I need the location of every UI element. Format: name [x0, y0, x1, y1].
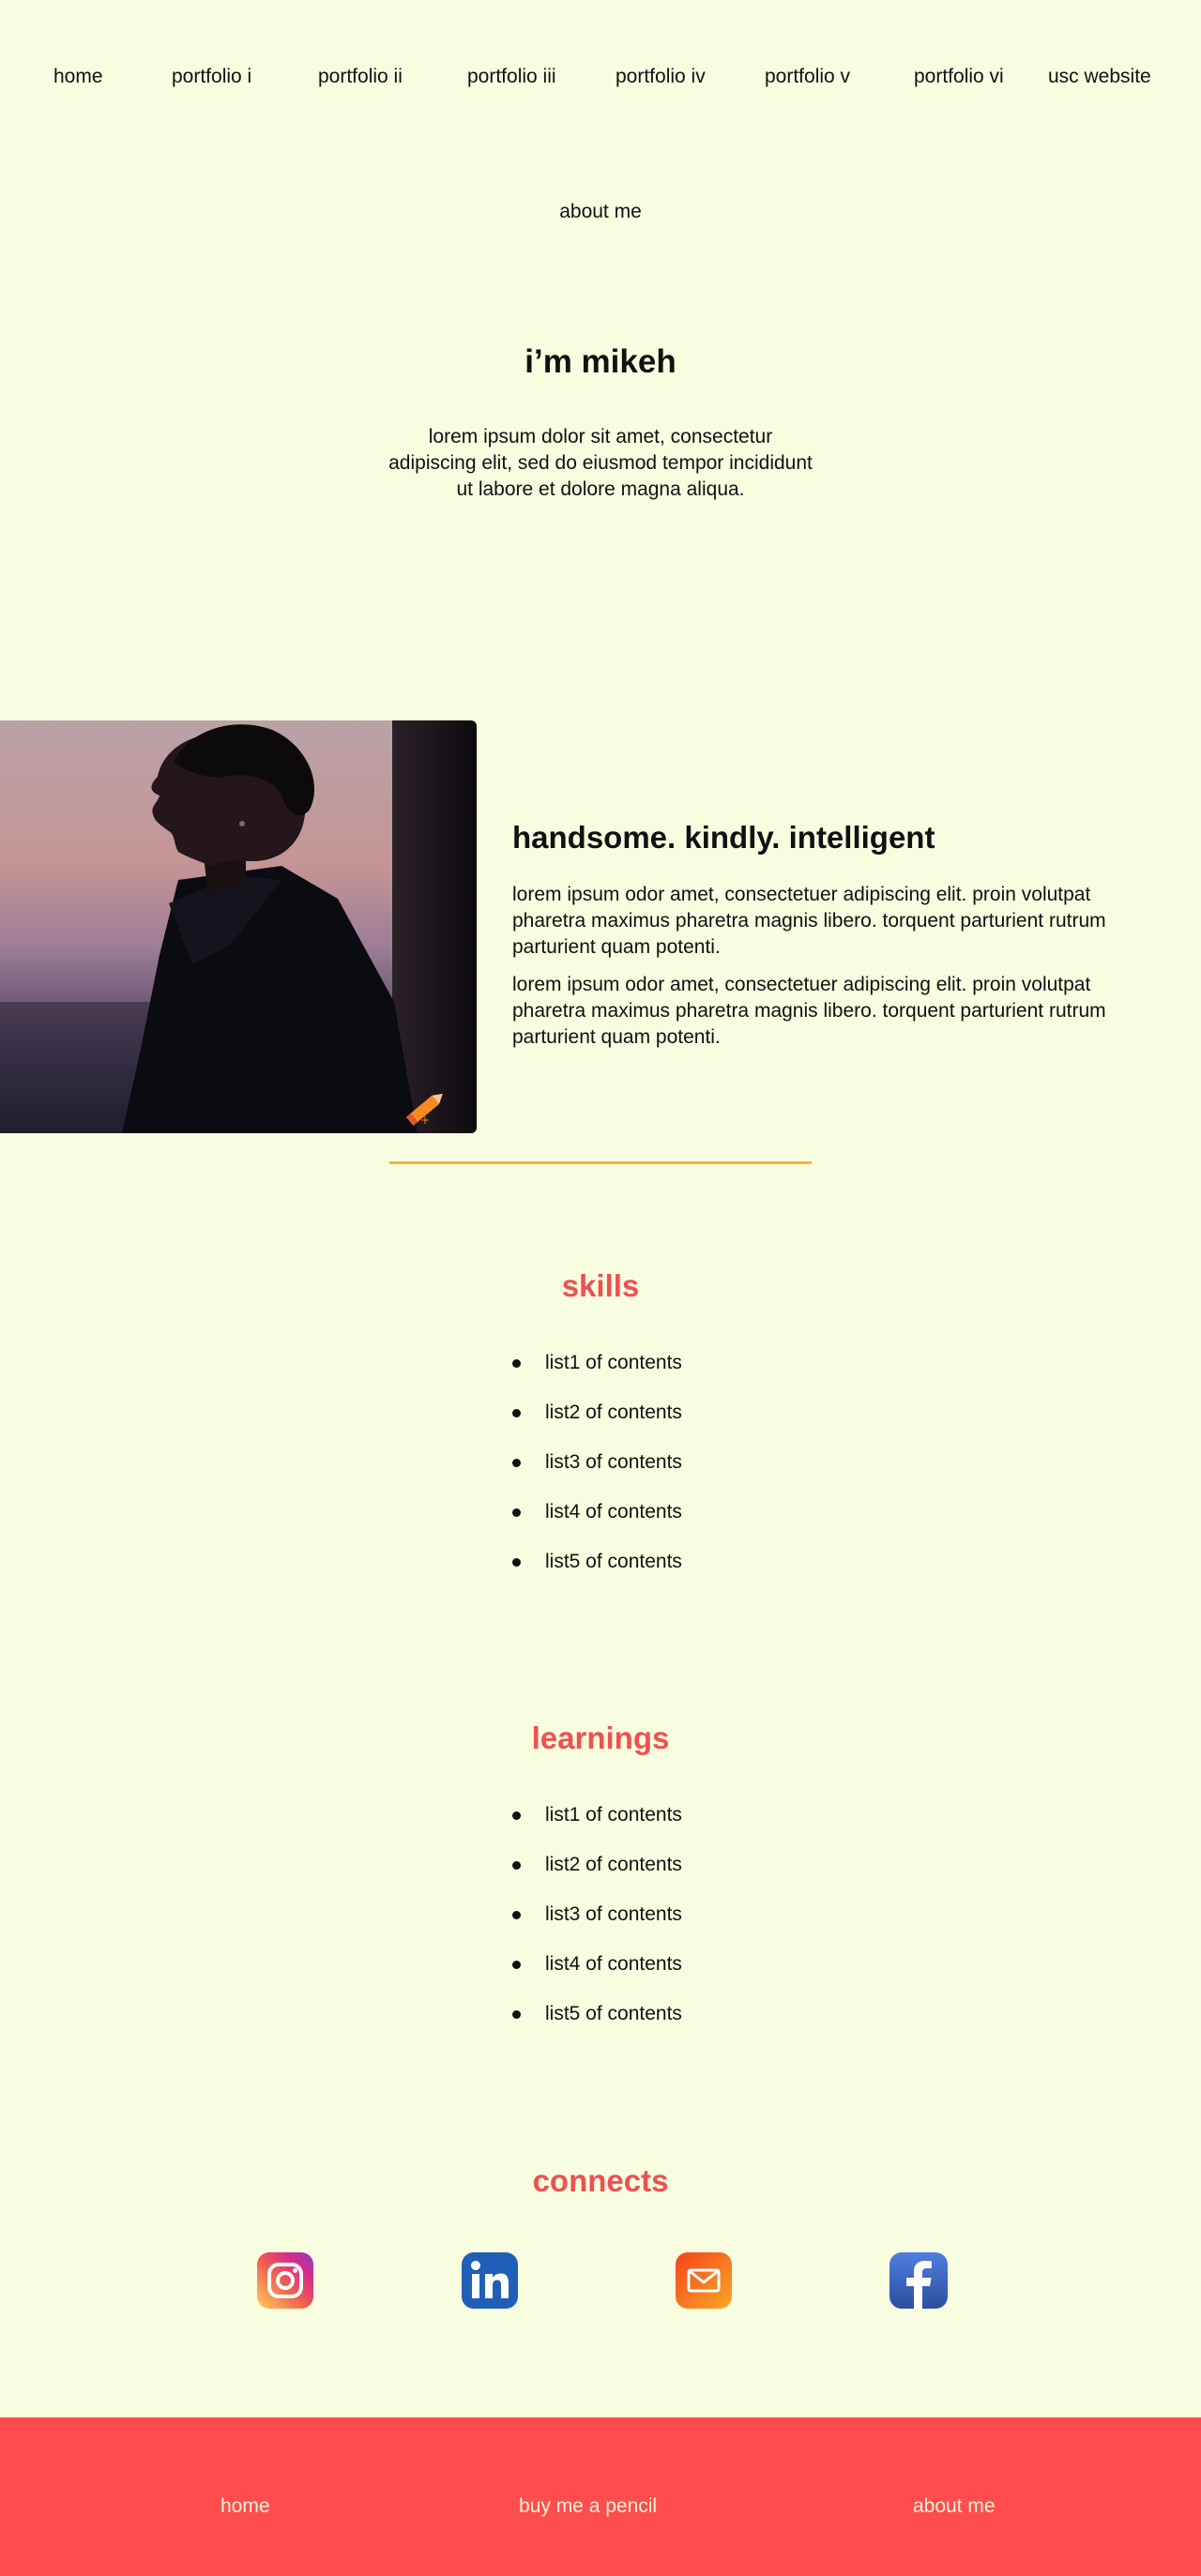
section-divider	[389, 1161, 812, 1164]
instagram-icon[interactable]	[256, 2251, 314, 2310]
skills-item-label: list5 of contents	[545, 1551, 682, 1572]
skills-item-label: list3 of contents	[545, 1451, 682, 1473]
learnings-item-label: list1 of contents	[545, 1804, 682, 1826]
bullet-icon	[512, 1811, 521, 1820]
learnings-list-item: list4 of contents	[512, 1950, 682, 2000]
profile-photo: +	[0, 720, 477, 1133]
bullet-icon	[512, 1558, 521, 1567]
learnings-item-label: list4 of contents	[545, 1953, 682, 1975]
hero-text: lorem ipsum dolor sit amet, consectetur …	[388, 426, 813, 500]
email-icon[interactable]	[675, 2251, 733, 2310]
learnings-item-label: list2 of contents	[545, 1854, 682, 1875]
bullet-icon	[512, 1508, 521, 1517]
skills-list-item: list3 of contents	[512, 1448, 682, 1498]
bullet-icon	[512, 1961, 521, 1969]
skills-list-item: list2 of contents	[512, 1399, 682, 1448]
linkedin-icon[interactable]	[461, 2251, 519, 2310]
nav-portfolio-v-link[interactable]: portfolio v	[765, 66, 850, 88]
learnings-list-item: list2 of contents	[512, 1851, 682, 1901]
learnings-list-item: list3 of contents	[512, 1901, 682, 1950]
learnings-title: learnings	[531, 1720, 670, 1755]
feature-title: handsome. kindly. intelligent	[512, 820, 935, 855]
footer-about-me-link[interactable]: about me	[913, 2495, 996, 2518]
bullet-icon	[512, 1359, 521, 1368]
skills-list: list1 of contents list2 of contents list…	[512, 1349, 682, 1598]
about-me-link[interactable]: about me	[0, 201, 1201, 223]
nav-portfolio-vi-link[interactable]: portfolio vi	[914, 66, 1004, 88]
footer-home-link[interactable]: home	[220, 2495, 270, 2518]
facebook-icon[interactable]	[889, 2251, 948, 2310]
nav-portfolio-ii-link[interactable]: portfolio ii	[318, 66, 403, 88]
learnings-item-label: list3 of contents	[545, 1903, 682, 1925]
svg-text:+: +	[420, 1114, 430, 1127]
nav-portfolio-iv-link[interactable]: portfolio iv	[616, 66, 706, 88]
skills-list-item: list4 of contents	[512, 1498, 682, 1548]
top-nav: home portfolio i portfolio ii portfolio …	[0, 66, 1201, 94]
learnings-list-item: list1 of contents	[512, 1801, 682, 1851]
feature-paragraph-1: lorem ipsum odor amet, consectetuer adip…	[512, 884, 1106, 958]
bullet-icon	[512, 2010, 521, 2019]
nav-portfolio-i-link[interactable]: portfolio i	[172, 66, 251, 88]
nav-portfolio-iii-link[interactable]: portfolio iii	[467, 66, 556, 88]
hero-title: i’m mikeh	[524, 343, 677, 380]
skills-item-label: list2 of contents	[545, 1402, 682, 1423]
profile-photo-image: +	[0, 720, 477, 1133]
footer-buy-me-a-pencil-link[interactable]: buy me a pencil	[519, 2495, 657, 2518]
bullet-icon	[512, 1861, 521, 1870]
footer: home buy me a pencil about me	[0, 2417, 1201, 2576]
bullet-icon	[512, 1409, 521, 1417]
learnings-list-item: list5 of contents	[512, 2000, 682, 2050]
connects-title: connects	[532, 2163, 669, 2198]
feature-paragraph-2: lorem ipsum odor amet, consectetuer adip…	[512, 974, 1106, 1048]
skills-item-label: list1 of contents	[545, 1352, 682, 1373]
bullet-icon	[512, 1911, 521, 1919]
nav-usc-website-link[interactable]: usc website	[1048, 66, 1151, 88]
skills-list-item: list1 of contents	[512, 1349, 682, 1399]
bullet-icon	[512, 1459, 521, 1467]
nav-home-link[interactable]: home	[53, 66, 103, 88]
skills-item-label: list4 of contents	[545, 1501, 682, 1523]
learnings-list: list1 of contents list2 of contents list…	[512, 1801, 682, 2050]
skills-list-item: list5 of contents	[512, 1548, 682, 1598]
learnings-item-label: list5 of contents	[545, 2003, 682, 2024]
skills-title: skills	[561, 1268, 640, 1303]
